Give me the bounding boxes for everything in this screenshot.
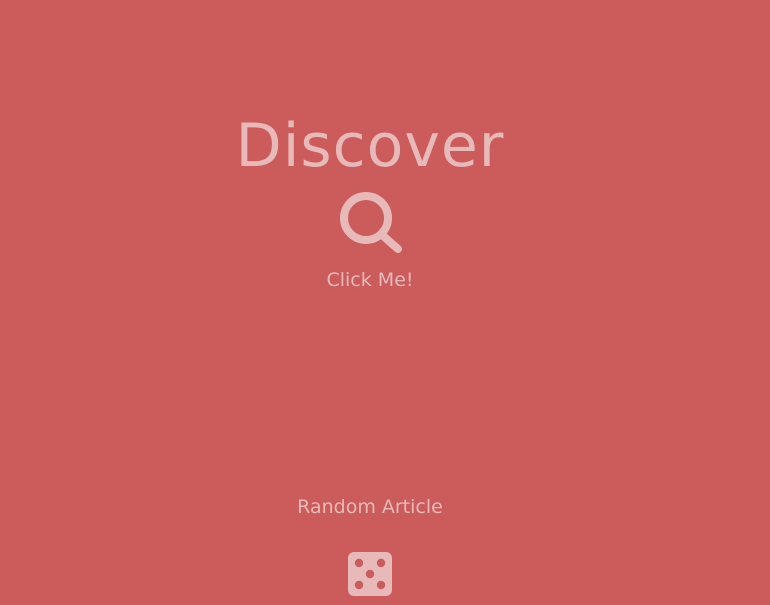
page-title: Discover: [235, 111, 505, 181]
search-button[interactable]: [336, 190, 404, 256]
random-article-link[interactable]: Random Article: [0, 494, 740, 520]
random-article-button[interactable]: [347, 551, 393, 597]
search-click-label[interactable]: Click Me!: [0, 267, 740, 293]
dice-five-icon: [348, 552, 392, 596]
discover-page: Discover Click Me! Random Article: [0, 0, 770, 605]
search-icon: [340, 192, 402, 253]
